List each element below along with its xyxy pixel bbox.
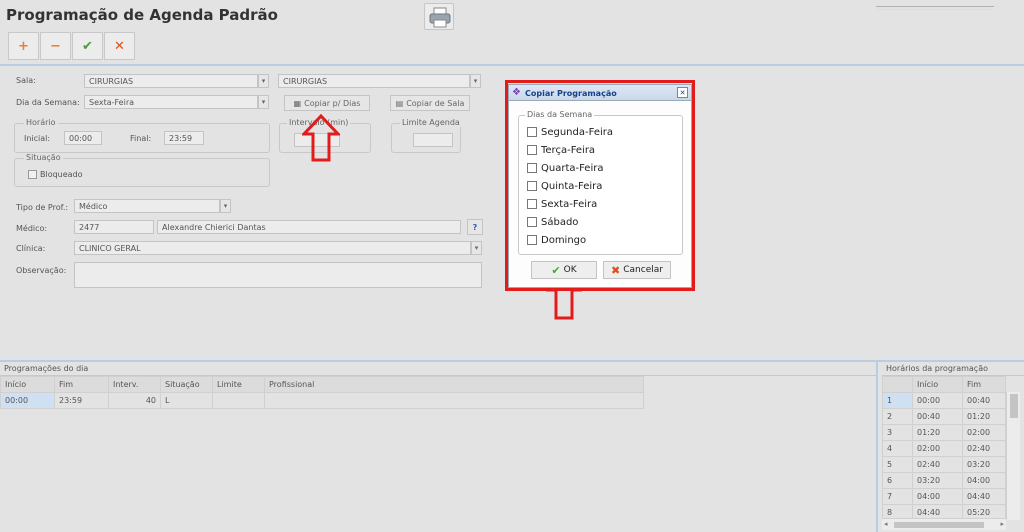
dialog-title: Copiar Programação — [525, 89, 617, 98]
horarios-panel: Horários da programação Início Fim 1 00:0… — [882, 362, 1024, 532]
check-icon: ✔ — [551, 263, 561, 277]
chevron-down-icon[interactable]: ▾ — [258, 95, 269, 109]
add-button[interactable]: + — [8, 32, 39, 60]
tipo-prof-label: Tipo de Prof.: — [16, 203, 69, 212]
table-row[interactable]: 00:00 23:59 40 L — [0, 392, 644, 409]
checkbox[interactable] — [527, 199, 537, 209]
close-button[interactable]: ✕ — [677, 87, 688, 98]
printer-icon — [429, 7, 451, 28]
horizontal-scrollbar[interactable]: ◂ ▸ — [882, 518, 1006, 530]
chevron-down-icon[interactable]: ▾ — [470, 74, 481, 88]
programacoes-title: Programações do dia — [0, 362, 876, 376]
dialog-title-bar: ❖ Copiar Programação ✕ — [509, 85, 691, 101]
day-option[interactable]: Segunda-Feira — [527, 123, 613, 141]
checkbox[interactable] — [527, 181, 537, 191]
day-option[interactable]: Quinta-Feira — [527, 177, 613, 195]
final-label: Final: — [130, 134, 152, 143]
day-option[interactable]: Domingo — [527, 231, 613, 249]
inicial-input[interactable]: 00:00 — [64, 131, 102, 145]
dias-legend: Dias da Semana — [525, 110, 595, 119]
medico-code-input[interactable]: 2477 — [74, 220, 154, 234]
horario-legend: Horário — [24, 118, 58, 127]
day-option[interactable]: Terça-Feira — [527, 141, 613, 159]
bloqueado-checkbox[interactable] — [28, 170, 37, 179]
days-list: Segunda-Feira Terça-Feira Quarta-Feira Q… — [527, 123, 613, 249]
copiar-dias-button[interactable]: ▦ Copiar p/ Dias — [284, 95, 370, 111]
chevron-down-icon[interactable]: ▾ — [258, 74, 269, 88]
confirm-button[interactable]: ✔ — [72, 32, 103, 60]
observacao-label: Observação: — [16, 266, 67, 275]
scrollbar-thumb[interactable] — [894, 522, 984, 528]
table-header: Início Fim — [882, 376, 1006, 393]
checkbox[interactable] — [527, 235, 537, 245]
day-option[interactable]: Sexta-Feira — [527, 195, 613, 213]
sala-label: Sala: — [16, 76, 36, 85]
sala-select-2[interactable]: CIRURGIAS — [278, 74, 470, 88]
checkbox[interactable] — [527, 163, 537, 173]
table-row[interactable]: 4 02:00 02:40 — [882, 440, 1006, 457]
help-button[interactable]: ? — [467, 219, 483, 235]
tipo-prof-select[interactable]: Médico — [74, 199, 220, 213]
top-progress-bar — [876, 6, 994, 10]
ok-button[interactable]: ✔ OK — [531, 261, 597, 279]
table-row[interactable]: 2 00:40 01:20 — [882, 408, 1006, 425]
chevron-left-icon[interactable]: ◂ — [884, 520, 888, 528]
chevron-right-icon[interactable]: ▸ — [1000, 520, 1004, 528]
day-option[interactable]: Quarta-Feira — [527, 159, 613, 177]
cancel-button[interactable]: ✕ — [104, 32, 135, 60]
copy-icon: ▤ — [395, 98, 404, 108]
horarios-table: Início Fim 1 00:00 00:40 2 00:40 01:20 3 01:2… — [882, 376, 1006, 521]
copiar-programacao-dialog: ❖ Copiar Programação ✕ Dias da Semana Se… — [508, 84, 692, 288]
header-divider — [0, 64, 1024, 66]
x-icon: ✖ — [611, 263, 621, 277]
sala-select[interactable]: CIRURGIAS — [84, 74, 258, 88]
programacoes-table: Início Fim Interv. Situação Limite Profi… — [0, 376, 644, 409]
arrow-up-annotation-icon — [302, 114, 340, 162]
checkbox[interactable] — [527, 127, 537, 137]
medico-label: Médico: — [16, 224, 48, 233]
table-row[interactable]: 1 00:00 00:40 — [882, 392, 1006, 409]
medico-name-input[interactable]: Alexandre Chierici Dantas — [157, 220, 461, 234]
inicial-label: Inicial: — [24, 134, 51, 143]
clinica-select[interactable]: CLINICO GERAL — [74, 241, 471, 255]
observacao-textarea[interactable] — [74, 262, 482, 288]
vertical-scrollbar[interactable] — [1006, 392, 1020, 520]
day-option[interactable]: Sábado — [527, 213, 613, 231]
table-header: Início Fim Interv. Situação Limite Profi… — [0, 376, 644, 393]
horarios-title: Horários da programação — [882, 362, 1024, 376]
copiar-sala-button[interactable]: ▤ Copiar de Sala — [390, 95, 470, 111]
calendar-icon: ▦ — [293, 98, 302, 108]
dia-select[interactable]: Sexta-Feira — [84, 95, 258, 109]
limite-input[interactable] — [413, 133, 453, 147]
chevron-down-icon[interactable]: ▾ — [220, 199, 231, 213]
checkbox[interactable] — [527, 145, 537, 155]
situacao-legend: Situação — [24, 153, 63, 162]
dia-label: Dia da Semana: — [16, 98, 80, 107]
checkbox[interactable] — [527, 217, 537, 227]
final-input[interactable]: 23:59 — [164, 131, 204, 145]
table-row[interactable]: 7 04:00 04:40 — [882, 488, 1006, 505]
print-button[interactable] — [424, 3, 454, 30]
limite-legend: Limite Agenda — [400, 118, 462, 127]
table-row[interactable]: 5 02:40 03:20 — [882, 456, 1006, 473]
cancelar-button[interactable]: ✖ Cancelar — [603, 261, 671, 279]
table-row[interactable]: 3 01:20 02:00 — [882, 424, 1006, 441]
scrollbar-thumb[interactable] — [1010, 394, 1018, 418]
app-icon: ❖ — [512, 87, 521, 98]
programacoes-panel: Programações do dia Início Fim Interv. S… — [0, 362, 878, 532]
table-row[interactable]: 6 03:20 04:00 — [882, 472, 1006, 489]
page-title: Programação de Agenda Padrão — [6, 6, 278, 24]
chevron-down-icon[interactable]: ▾ — [471, 241, 482, 255]
clinica-label: Clínica: — [16, 244, 46, 253]
remove-button[interactable]: − — [40, 32, 71, 60]
bloqueado-label: Bloqueado — [40, 170, 83, 179]
